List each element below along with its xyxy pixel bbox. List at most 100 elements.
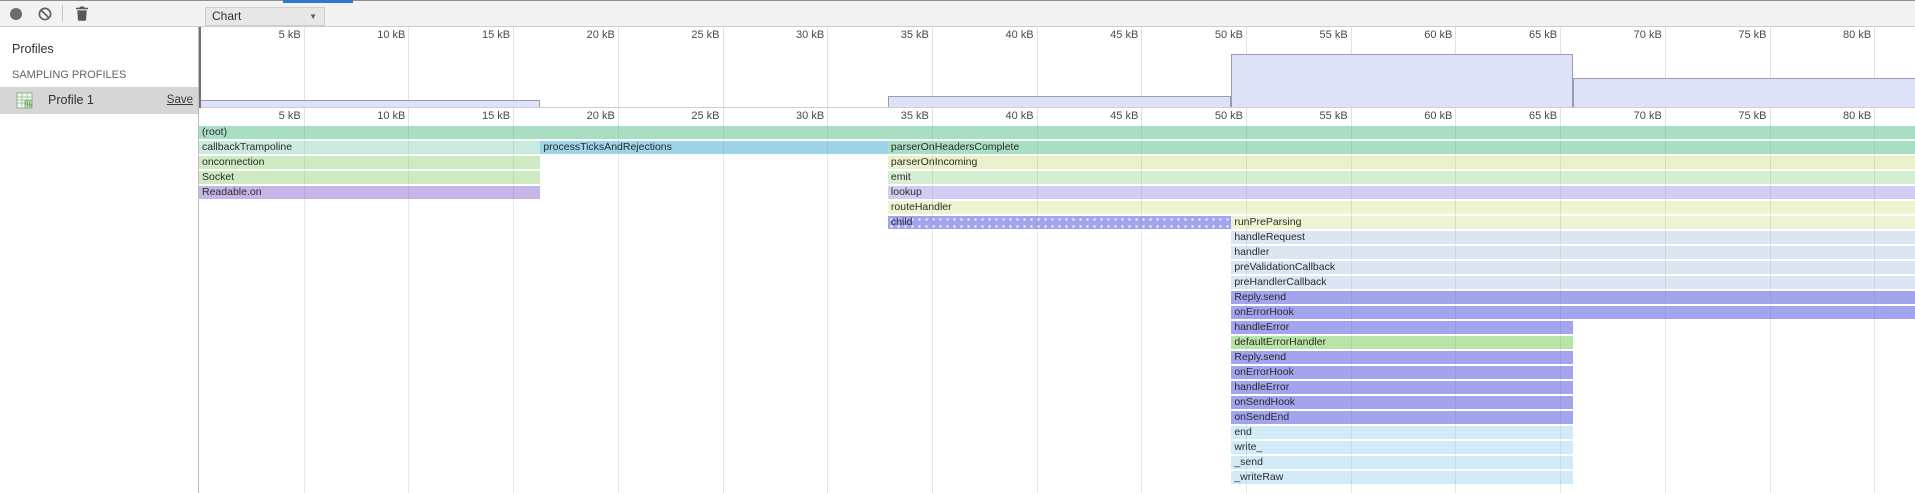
sidebar-item-profile-1[interactable]: % Profile 1 Save bbox=[0, 87, 198, 114]
gridline bbox=[1874, 108, 1875, 126]
gridline bbox=[1455, 27, 1456, 45]
ruler-tick-label: 45 kB bbox=[1078, 110, 1138, 122]
gridline bbox=[723, 126, 724, 493]
flame-bar-routehandler[interactable]: routeHandler bbox=[888, 201, 1915, 214]
flame-bar-onerrorhook[interactable]: onErrorHook bbox=[1231, 366, 1572, 379]
gridline bbox=[1665, 108, 1666, 126]
gridline bbox=[1246, 27, 1247, 45]
gridline bbox=[408, 108, 409, 126]
flame-bar-defaulterrorhandler[interactable]: defaultErrorHandler bbox=[1231, 336, 1572, 349]
ruler-tick-label: 40 kB bbox=[974, 29, 1034, 41]
flame-bar-prehandlercallback[interactable]: preHandlerCallback bbox=[1231, 276, 1915, 289]
record-button[interactable] bbox=[10, 8, 22, 20]
ruler-tick-label: 10 kB bbox=[345, 110, 405, 122]
save-profile-link[interactable]: Save bbox=[167, 87, 193, 114]
ruler-tick-label: 70 kB bbox=[1602, 29, 1662, 41]
flame-bar-handlerequest[interactable]: handleRequest bbox=[1231, 231, 1915, 244]
flame-bar-write[interactable]: write_ bbox=[1231, 441, 1572, 454]
ruler-tick-label: 60 kB bbox=[1392, 29, 1452, 41]
flame-bar-parseronheaderscomplete[interactable]: parserOnHeadersComplete bbox=[888, 141, 1915, 154]
flame-bar-runpreparsing[interactable]: runPreParsing bbox=[1231, 216, 1915, 229]
flame-bar-parseronincoming[interactable]: parserOnIncoming bbox=[888, 156, 1915, 169]
flame-bar-send[interactable]: _send bbox=[1231, 456, 1572, 469]
gridline bbox=[1455, 126, 1456, 493]
ruler-tick-label: 20 kB bbox=[555, 29, 615, 41]
view-mode-dropdown[interactable]: Chart ▼ bbox=[205, 7, 325, 26]
flame-bar-onerrorhook[interactable]: onErrorHook bbox=[1231, 306, 1915, 319]
flame-bar-root[interactable]: (root) bbox=[199, 126, 1915, 139]
gridline bbox=[1141, 27, 1142, 45]
memory-overview-pane[interactable] bbox=[199, 45, 1915, 108]
gridline bbox=[932, 126, 933, 493]
profiles-sidebar: Profiles SAMPLING PROFILES % Profile 1 S… bbox=[0, 27, 199, 493]
ruler-tick-label: 5 kB bbox=[241, 110, 301, 122]
ruler-tick-label: 45 kB bbox=[1078, 29, 1138, 41]
gridline bbox=[1560, 126, 1561, 493]
ruler-tick-label: 35 kB bbox=[869, 29, 929, 41]
gridline bbox=[1770, 126, 1771, 493]
flame-bar-handleerror[interactable]: handleError bbox=[1231, 381, 1572, 394]
chevron-down-icon: ▼ bbox=[309, 9, 317, 25]
clear-profiles-button[interactable] bbox=[38, 7, 52, 21]
profiler-toolbar: Chart ▼ bbox=[0, 1, 1915, 27]
ruler-tick-label: 10 kB bbox=[345, 29, 405, 41]
flame-bar-reply-send[interactable]: Reply.send bbox=[1231, 291, 1915, 304]
delete-profile-button[interactable] bbox=[74, 5, 90, 22]
gridline bbox=[408, 45, 409, 107]
gridline bbox=[304, 45, 305, 107]
ruler-tick-label: 25 kB bbox=[660, 110, 720, 122]
gridline bbox=[827, 108, 828, 126]
flame-bar-processticksandrejections[interactable]: processTicksAndRejections bbox=[540, 141, 888, 154]
ruler-tick-label: 50 kB bbox=[1183, 29, 1243, 41]
flame-bar-child[interactable]: child bbox=[888, 216, 1231, 229]
flame-bar-emit[interactable]: emit bbox=[888, 171, 1915, 184]
memory-ruler-top: 5 kB10 kB15 kB20 kB25 kB30 kB35 kB40 kB4… bbox=[199, 27, 1915, 45]
ruler-tick-label: 65 kB bbox=[1497, 29, 1557, 41]
ruler-tick-label: 15 kB bbox=[450, 29, 510, 41]
flame-bar-writeraw[interactable]: _writeRaw bbox=[1231, 471, 1572, 484]
ruler-tick-label: 65 kB bbox=[1497, 110, 1557, 122]
flame-bar-prevalidationcallback[interactable]: preValidationCallback bbox=[1231, 261, 1915, 274]
overview-segment bbox=[1573, 78, 1915, 107]
toolbar-divider bbox=[62, 5, 63, 22]
gridline bbox=[618, 45, 619, 107]
overview-segment bbox=[1231, 54, 1572, 107]
gridline bbox=[513, 27, 514, 45]
gridline bbox=[1351, 126, 1352, 493]
ruler-tick-label: 55 kB bbox=[1288, 110, 1348, 122]
active-tab-indicator bbox=[283, 0, 353, 3]
flame-bar-handleerror[interactable]: handleError bbox=[1231, 321, 1572, 334]
gridline bbox=[1351, 108, 1352, 126]
gridline bbox=[304, 27, 305, 45]
trash-icon bbox=[74, 5, 90, 22]
gridline bbox=[1665, 27, 1666, 45]
profile-spreadsheet-icon: % bbox=[16, 92, 33, 109]
gridline bbox=[513, 126, 514, 493]
flame-bar-callbacktrampoline[interactable]: callbackTrampoline bbox=[199, 141, 540, 154]
flame-bar-onsendhook[interactable]: onSendHook bbox=[1231, 396, 1572, 409]
flame-bar-onconnection[interactable]: onconnection bbox=[199, 156, 540, 169]
ruler-tick-label: 55 kB bbox=[1288, 29, 1348, 41]
gridline bbox=[618, 27, 619, 45]
ruler-tick-label: 20 kB bbox=[555, 110, 615, 122]
sidebar-title: Profiles bbox=[12, 42, 54, 56]
flame-bar-handler[interactable]: handler bbox=[1231, 246, 1915, 259]
gridline bbox=[1037, 126, 1038, 493]
flame-chart-panel: 5 kB10 kB15 kB20 kB25 kB30 kB35 kB40 kB4… bbox=[199, 27, 1915, 493]
overview-segment bbox=[888, 96, 1231, 107]
flame-bar-end[interactable]: end bbox=[1231, 426, 1572, 439]
gridline bbox=[1770, 27, 1771, 45]
flame-graph[interactable]: (root) callbackTrampolineprocessTicksAndR… bbox=[199, 126, 1915, 493]
gridline bbox=[618, 126, 619, 493]
view-mode-dropdown-value: Chart bbox=[212, 9, 241, 23]
ruler-tick-label: 70 kB bbox=[1602, 110, 1662, 122]
flame-bar-lookup[interactable]: lookup bbox=[888, 186, 1915, 199]
gridline bbox=[1874, 27, 1875, 45]
flame-bar-readable-on[interactable]: Readable.on bbox=[199, 186, 540, 199]
overview-left-handle[interactable] bbox=[199, 27, 201, 108]
flame-bar-onsendend[interactable]: onSendEnd bbox=[1231, 411, 1572, 424]
flame-bar-socket[interactable]: Socket bbox=[199, 171, 540, 184]
gridline bbox=[513, 45, 514, 107]
ruler-tick-label: 5 kB bbox=[241, 29, 301, 41]
flame-bar-reply-send[interactable]: Reply.send bbox=[1231, 351, 1572, 364]
